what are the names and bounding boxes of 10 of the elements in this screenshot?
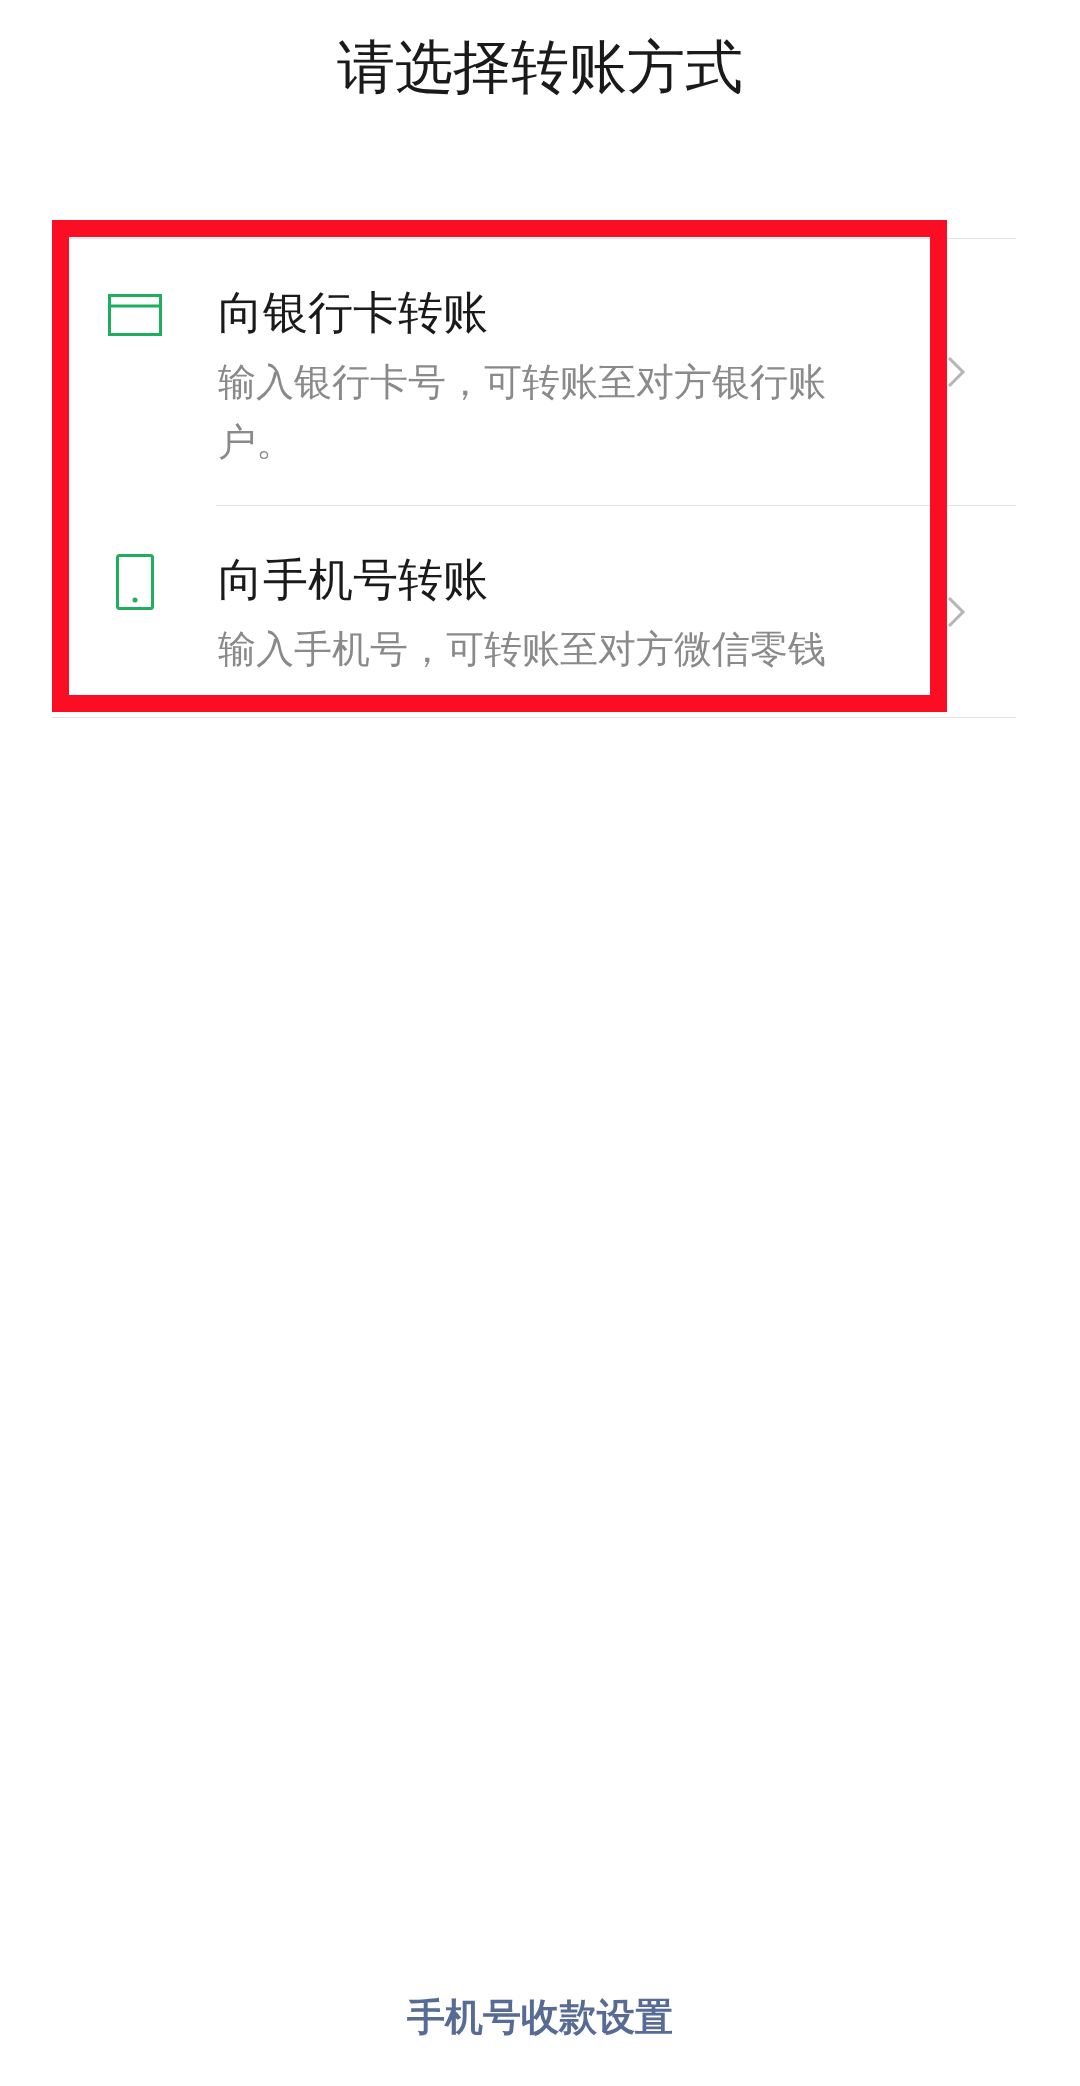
phone-icon xyxy=(116,554,154,610)
page-title: 请选择转账方式 xyxy=(337,33,743,101)
option-description: 输入银行卡号，可转账至对方银行账户。 xyxy=(218,360,827,465)
card-icon xyxy=(108,294,162,336)
chevron-right-icon xyxy=(947,356,966,388)
phone-receive-settings-link[interactable]: 手机号收款设置 xyxy=(407,1992,673,2042)
chevron-right-icon xyxy=(947,595,966,628)
option-title: 向手机号转账 xyxy=(218,553,489,607)
option-description: 输入手机号，可转账至对方微信零钱 xyxy=(218,627,827,672)
option-title: 向银行卡转账 xyxy=(218,286,489,340)
